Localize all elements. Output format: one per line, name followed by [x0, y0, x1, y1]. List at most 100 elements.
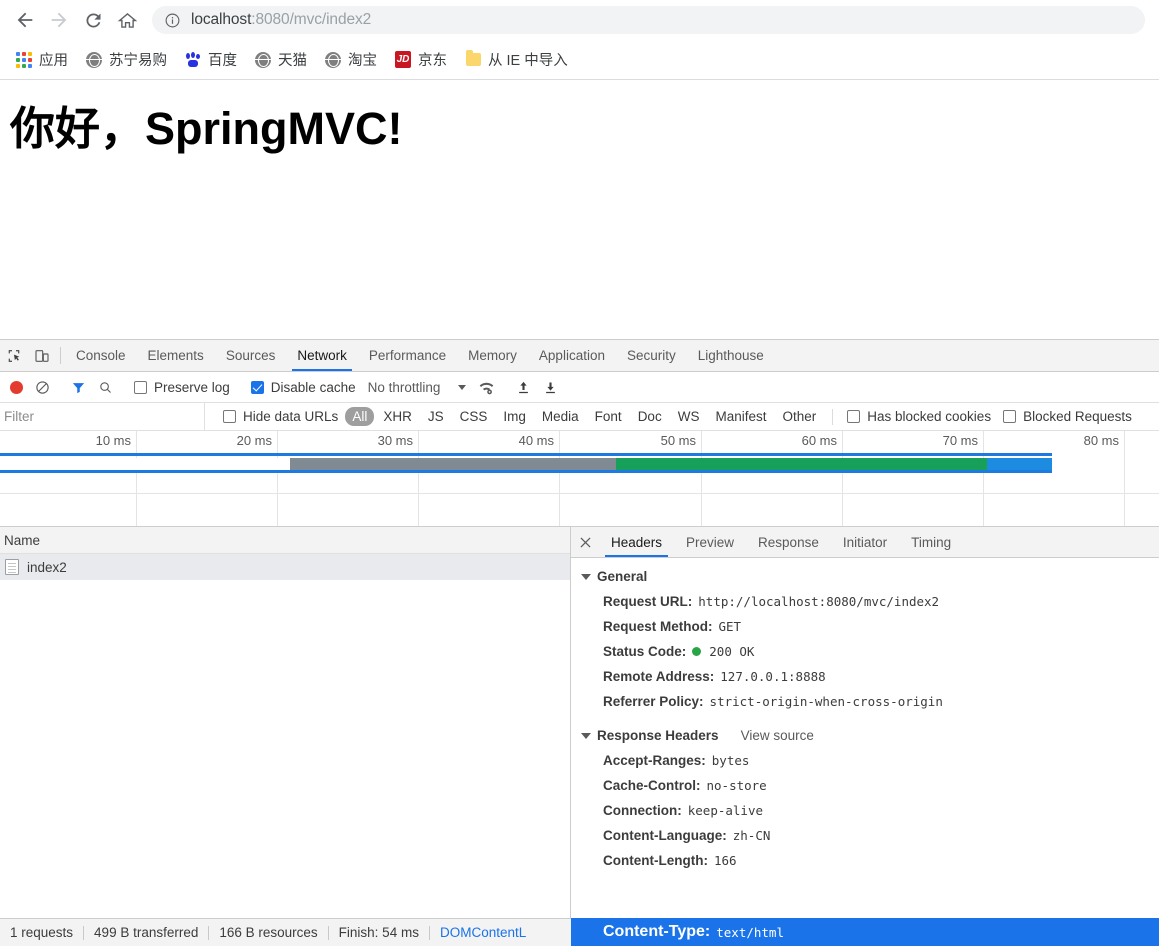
header-value: http://localhost:8080/mvc/index2: [698, 593, 940, 609]
toggle-device-toolbar-button[interactable]: [28, 340, 56, 371]
bookmarks-bar: 应用 苏宁易购 百度 天猫 淘宝 JD 京东 从 IE 中导入: [0, 40, 1159, 80]
tab-lighthouse[interactable]: Lighthouse: [687, 340, 775, 371]
header-key: Referrer Policy:: [603, 694, 704, 710]
tab-security[interactable]: Security: [616, 340, 687, 371]
overview-tick-label: 40 ms: [518, 433, 554, 448]
tab-elements[interactable]: Elements: [137, 340, 215, 371]
filter-type-img[interactable]: Img: [496, 407, 533, 426]
filter-input[interactable]: Filter: [0, 403, 205, 430]
network-overview-timeline[interactable]: 10 ms 20 ms 30 ms 40 ms 50 ms 60 ms 70 m…: [0, 431, 1159, 527]
filter-type-other[interactable]: Other: [775, 407, 823, 426]
forward-button[interactable]: [42, 3, 76, 37]
has-blocked-cookies-checkbox[interactable]: Has blocked cookies: [841, 404, 997, 430]
overview-tick-label: 20 ms: [236, 433, 272, 448]
tab-sources[interactable]: Sources: [215, 340, 287, 371]
globe-icon: [325, 51, 341, 68]
inspect-element-button[interactable]: [0, 340, 28, 371]
overview-segment-tail: [986, 458, 1052, 470]
export-har-button[interactable]: [537, 374, 564, 400]
network-conditions-button[interactable]: [472, 374, 501, 400]
overview-segment-download: [616, 458, 987, 470]
response-headers-section-title: Response Headers: [597, 728, 719, 744]
filter-type-manifest[interactable]: Manifest: [708, 407, 773, 426]
filter-type-js[interactable]: JS: [421, 407, 451, 426]
tab-memory[interactable]: Memory: [457, 340, 528, 371]
filter-type-ws[interactable]: WS: [671, 407, 707, 426]
reload-button[interactable]: [76, 3, 110, 37]
jd-icon: JD: [395, 51, 411, 68]
devtools-panel: Console Elements Sources Network Perform…: [0, 339, 1159, 946]
filter-type-font[interactable]: Font: [588, 407, 629, 426]
home-button[interactable]: [110, 3, 144, 37]
header-value: GET: [718, 618, 742, 634]
bookmark-label: 百度: [208, 53, 237, 69]
header-row-referrer-policy: Referrer Policy: strict-origin-when-cros…: [571, 690, 1159, 715]
globe-icon: [86, 51, 102, 68]
document-icon: [5, 559, 19, 575]
bookmark-taobao[interactable]: 淘宝: [317, 46, 385, 74]
status-requests-count: 1 requests: [10, 925, 74, 940]
status-resources: 166 B resources: [219, 925, 318, 940]
clear-no-entry-icon: [36, 380, 49, 394]
bookmark-jd[interactable]: JD 京东: [387, 46, 455, 74]
back-button[interactable]: [8, 3, 42, 37]
overview-tick-label: 10 ms: [95, 433, 131, 448]
detail-tab-headers[interactable]: Headers: [599, 527, 674, 557]
header-key: Cache-Control:: [603, 777, 701, 793]
clear-button[interactable]: [29, 374, 56, 400]
tab-application[interactable]: Application: [528, 340, 616, 371]
address-bar[interactable]: localhost:8080/mvc/index2: [152, 6, 1145, 34]
preserve-log-checkbox[interactable]: Preserve log: [128, 374, 236, 400]
folder-icon: [465, 50, 481, 68]
general-section-header[interactable]: General: [571, 564, 1159, 589]
tab-network[interactable]: Network: [286, 340, 358, 371]
filter-type-doc[interactable]: Doc: [631, 407, 669, 426]
header-row-content-type[interactable]: Content-Type: text/html: [571, 918, 1159, 946]
status-finish: Finish: 54 ms: [338, 925, 419, 940]
detail-tab-timing[interactable]: Timing: [899, 527, 963, 557]
bookmark-import-from-ie[interactable]: 从 IE 中导入: [457, 46, 576, 74]
header-row-remote-address: Remote Address: 127.0.0.1:8888: [571, 665, 1159, 690]
throttling-dropdown[interactable]: No throttling: [362, 374, 473, 400]
bookmark-tmall[interactable]: 天猫: [247, 46, 315, 74]
import-har-button[interactable]: [510, 374, 537, 400]
funnel-filter-icon: [72, 382, 85, 393]
status-ok-dot-icon: [692, 646, 702, 656]
disable-cache-checkbox[interactable]: Disable cache: [245, 374, 362, 400]
bookmark-suning[interactable]: 苏宁易购: [78, 46, 175, 74]
view-source-link[interactable]: View source: [741, 728, 814, 743]
filter-type-xhr[interactable]: XHR: [376, 407, 419, 426]
overview-segments: [0, 458, 1052, 470]
tab-performance[interactable]: Performance: [358, 340, 457, 371]
detail-tab-initiator[interactable]: Initiator: [831, 527, 899, 557]
table-row[interactable]: index2: [0, 554, 570, 580]
has-blocked-cookies-label: Has blocked cookies: [867, 409, 992, 424]
bookmark-apps[interactable]: 应用: [8, 46, 76, 74]
search-button[interactable]: [92, 374, 119, 400]
close-detail-button[interactable]: [571, 527, 599, 557]
arrow-right-icon: [51, 12, 67, 28]
hide-data-urls-checkbox[interactable]: Hide data URLs: [217, 404, 344, 430]
info-circle-icon[interactable]: [164, 12, 181, 29]
detail-tab-preview[interactable]: Preview: [674, 527, 746, 557]
filter-type-all[interactable]: All: [345, 407, 375, 426]
header-key: Status Code:: [603, 643, 687, 659]
filter-toggle-button[interactable]: [65, 374, 92, 400]
bookmark-label: 淘宝: [348, 53, 377, 69]
response-headers-section-header[interactable]: Response Headers View source: [571, 715, 1159, 748]
header-key: Request Method:: [603, 618, 713, 634]
request-list-header[interactable]: Name: [0, 527, 570, 554]
detail-tab-response[interactable]: Response: [746, 527, 831, 557]
filter-type-media[interactable]: Media: [535, 407, 586, 426]
filter-type-css[interactable]: CSS: [453, 407, 495, 426]
bookmark-baidu[interactable]: 百度: [177, 46, 245, 74]
tab-console[interactable]: Console: [65, 340, 137, 371]
blocked-requests-checkbox[interactable]: Blocked Requests: [997, 404, 1138, 430]
header-row-connection: Connection: keep-alive: [571, 799, 1159, 824]
record-button[interactable]: [4, 374, 29, 400]
header-row-content-language: Content-Language: zh-CN: [571, 824, 1159, 849]
address-bar-url: localhost:8080/mvc/index2: [191, 11, 371, 29]
overview-baseline: [0, 493, 1159, 494]
network-filter-row: Filter Hide data URLs All XHR JS CSS Img…: [0, 403, 1159, 431]
header-row-request-method: Request Method: GET: [571, 614, 1159, 639]
